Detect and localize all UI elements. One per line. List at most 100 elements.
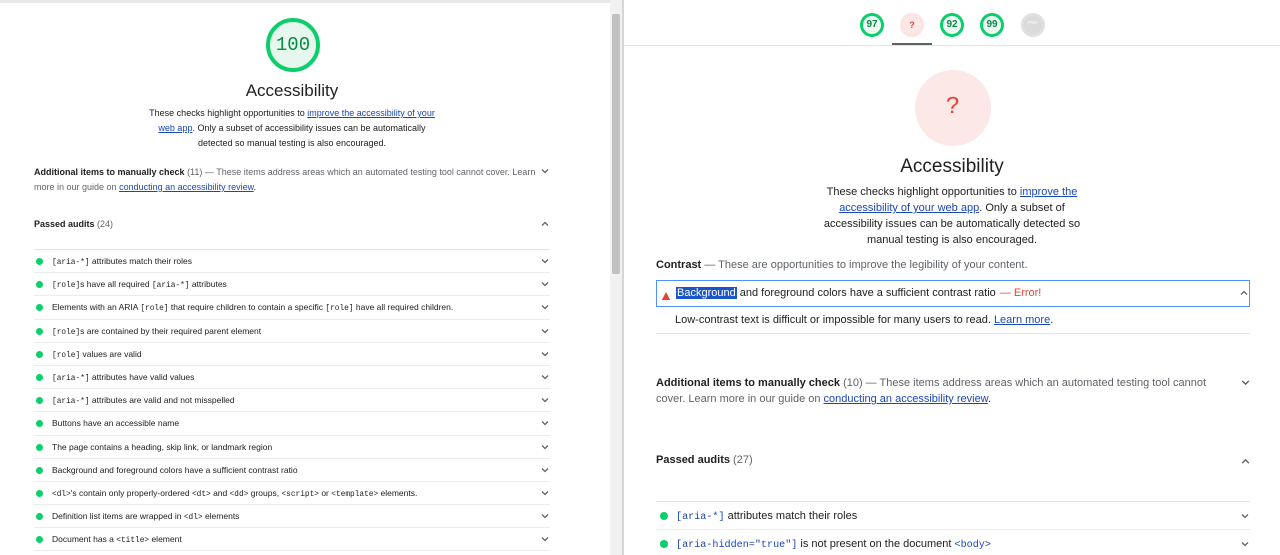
audit-title: [aria-*] attributes have valid values	[52, 372, 194, 383]
manual-check-end: .	[988, 393, 992, 405]
audit-row[interactable]: [aria-*] attributes match their roles	[34, 250, 550, 274]
code-snippet: [role]	[52, 350, 81, 360]
chevron-down-icon[interactable]	[540, 372, 550, 382]
chevron-down-icon[interactable]	[540, 166, 550, 176]
audit-title-rest: and foreground colors have a sufficient …	[736, 287, 996, 299]
chevron-down-icon[interactable]	[540, 326, 550, 336]
pass-status-icon	[660, 540, 668, 548]
nav-score-gauge[interactable]: PWA	[1021, 13, 1045, 37]
code-snippet: [aria-hidden="true"]	[676, 540, 798, 551]
category-score-nav: 97? 92 99 PWA	[624, 0, 1280, 46]
pass-status-icon	[36, 327, 43, 335]
chevron-down-icon[interactable]	[540, 349, 550, 359]
audit-row[interactable]: [role] values are valid	[34, 343, 550, 366]
audit-text: Buttons have an accessible name	[52, 418, 180, 429]
passed-audits-group-header[interactable]: Passed audits (24)	[34, 219, 113, 229]
passed-audits-list: [aria-*] attributes match their roles [ar…	[656, 502, 1250, 555]
audit-row[interactable]: [aria-*] attributes have valid values	[34, 366, 550, 390]
active-tab-indicator	[892, 43, 932, 45]
code-snippet: <body>	[954, 540, 991, 551]
nav-score-gauge[interactable]: ?	[900, 13, 924, 37]
audit-row[interactable]: [aria-hidden="true"] is not present on t…	[656, 530, 1250, 555]
code-snippet: [aria-*]	[52, 258, 90, 267]
audit-title: [aria-*] attributes are valid and not mi…	[52, 395, 235, 406]
audit-row[interactable]: Buttons have an accessible name	[34, 412, 550, 436]
detail-end: .	[1050, 314, 1054, 326]
code-snippet: <title>	[116, 536, 150, 546]
passed-audits-title: Passed audits	[656, 454, 730, 466]
nav-score-gauge[interactable]: 92	[940, 13, 964, 37]
pass-status-icon	[36, 281, 43, 289]
chevron-down-icon[interactable]	[1240, 539, 1250, 549]
nav-score-gauge[interactable]: 97	[860, 13, 884, 37]
audit-title: Definition list items are wrapped in <dl…	[52, 511, 239, 522]
chevron-down-icon[interactable]	[540, 395, 550, 405]
audit-row[interactable]: [aria-*] attributes are valid and not mi…	[34, 389, 550, 413]
chevron-down-icon[interactable]	[540, 442, 550, 452]
scrollbar-thumb[interactable]	[612, 14, 620, 274]
chevron-up-icon[interactable]	[1239, 288, 1249, 298]
manual-check-title: Additional items to manually check	[34, 167, 185, 177]
audit-title: [aria-*] attributes match their roles	[676, 510, 857, 523]
description-text: These checks highlight opportunities to	[826, 186, 1020, 198]
manual-check-count: (11)	[187, 167, 203, 177]
manual-check-group-header[interactable]: Additional items to manually check (11) …	[34, 165, 544, 195]
audit-row[interactable]: [aria-*] attributes match their roles	[656, 502, 1250, 530]
passed-audits-title: Passed audits	[34, 219, 95, 229]
accessibility-review-link[interactable]: conducting an accessibility review	[119, 182, 254, 192]
audit-text: values are valid	[80, 348, 142, 359]
manual-check-group-header[interactable]: Additional items to manually check (10) …	[656, 375, 1236, 407]
chevron-down-icon[interactable]	[540, 511, 550, 521]
chevron-down-icon[interactable]	[1240, 377, 1251, 388]
passed-audits-group-header[interactable]: Passed audits (27)	[656, 454, 753, 466]
chevron-down-icon[interactable]	[540, 488, 550, 498]
audit-row[interactable]: Document has a <title> element	[34, 528, 550, 552]
chevron-down-icon[interactable]	[540, 256, 550, 266]
audit-row[interactable]: Definition list items are wrapped in <dl…	[34, 505, 550, 529]
category-title: Accessibility	[245, 81, 339, 100]
audit-text: elements	[202, 511, 240, 522]
passed-audits-list: [aria-*] attributes match their roles [ro…	[34, 250, 550, 552]
audit-title: <dl>'s contain only properly-ordered <dt…	[52, 488, 417, 499]
top-border	[0, 0, 610, 3]
pass-status-icon	[660, 512, 668, 520]
chevron-up-icon[interactable]	[1240, 456, 1251, 467]
accessibility-score-gauge-error[interactable]: ?	[915, 70, 991, 146]
nav-score-gauge[interactable]: 99	[980, 13, 1004, 37]
audit-row[interactable]: The page contains a heading, skip link, …	[34, 436, 550, 459]
audit-row[interactable]: Elements with an ARIA [role] that requir…	[34, 296, 550, 320]
audit-text: have all required children.	[353, 302, 454, 313]
pass-status-icon	[36, 258, 43, 265]
chevron-up-icon[interactable]	[540, 219, 550, 229]
chevron-down-icon[interactable]	[540, 279, 550, 289]
code-snippet: <script>	[281, 489, 319, 499]
pass-status-icon	[36, 536, 43, 544]
code-snippet: [role]	[140, 304, 169, 314]
chevron-down-icon[interactable]	[1240, 511, 1250, 521]
description-text: These checks highlight opportunities to	[149, 108, 308, 118]
code-snippet: <dd>	[229, 489, 249, 499]
audit-row[interactable]: [role]s have all required [aria-*] attri…	[34, 273, 550, 297]
category-title: Accessibility	[900, 156, 1004, 177]
chevron-down-icon[interactable]	[540, 302, 550, 312]
audit-row[interactable]: Background and foreground colors have a …	[34, 459, 550, 482]
audit-text: attributes	[189, 279, 227, 290]
audit-text: Document has a	[52, 534, 117, 545]
audit-text: and	[210, 487, 230, 498]
chevron-down-icon[interactable]	[540, 534, 550, 544]
scrollbar[interactable]	[610, 0, 622, 555]
accessibility-score-gauge[interactable]: 100	[266, 18, 320, 72]
audit-text: or	[318, 487, 332, 498]
audit-row[interactable]: [role]s are contained by their required …	[34, 320, 550, 343]
chevron-down-icon[interactable]	[540, 465, 550, 475]
description-text-end: . Only a subset of accessibility issues …	[192, 123, 426, 148]
chevron-down-icon[interactable]	[540, 418, 550, 428]
contrast-audit-row[interactable]: Background and foreground colors have a …	[656, 280, 1250, 307]
pass-status-icon	[36, 513, 43, 521]
passed-audits-count: (24)	[97, 219, 114, 229]
learn-more-link[interactable]: Learn more	[994, 314, 1050, 326]
audit-row[interactable]: <dl>'s contain only properly-ordered <dt…	[34, 482, 550, 506]
passed-audits-count: (27)	[733, 454, 753, 466]
accessibility-review-link[interactable]: conducting an accessibility review	[824, 393, 988, 405]
divider	[656, 333, 1250, 334]
